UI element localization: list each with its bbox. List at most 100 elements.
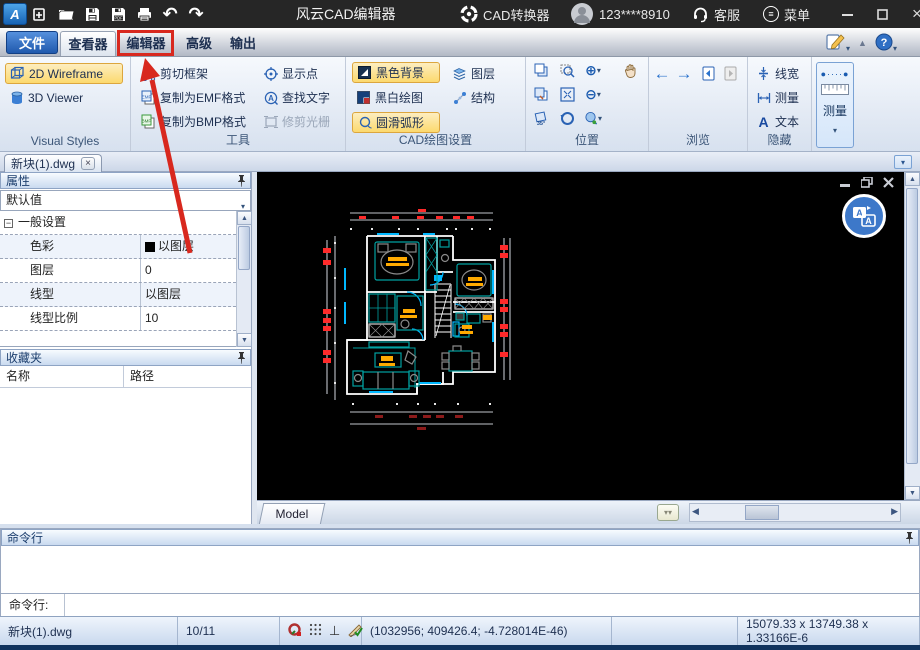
model-expand-icon[interactable]: ▾▾ [657,504,679,521]
grid-icon[interactable] [309,623,322,639]
scroll-up-icon[interactable]: ▲ [237,211,252,225]
menu-button[interactable]: ≡ 菜单 [763,0,810,28]
docstrip-expand-icon[interactable]: ▾ [894,155,912,169]
hscroll-right-icon[interactable]: ▶ [891,506,898,517]
minimize-button[interactable] [832,0,862,28]
tab-viewer[interactable]: 查看器 [60,31,116,56]
next-page-icon[interactable]: → [675,64,693,83]
hscroll-left-icon[interactable]: ◀ [692,506,699,517]
save-icon[interactable] [79,3,105,25]
canvas-scroll-down-icon[interactable]: ▼ [905,486,920,500]
canvas-restore-icon[interactable] [860,176,873,191]
property-row-linetype[interactable]: 线型 以图层 [0,283,236,307]
stairs [434,283,452,338]
collapse-group-icon[interactable]: − [4,219,13,228]
find-text-button[interactable]: A 查找文字 [259,87,334,108]
zoom-previous-icon[interactable] [558,110,576,127]
copy-bmp-button[interactable]: BMP 复制为BMP格式 [137,111,250,132]
layers-button[interactable]: 图层 [448,63,499,84]
cad-converter-button[interactable]: CAD转换器 [460,0,549,28]
document-close-icon[interactable]: × [81,157,96,170]
favorites-col-path[interactable]: 路径 [124,366,251,387]
canvas-scroll-up-icon[interactable]: ▲ [905,172,920,186]
command-history[interactable] [1,546,919,592]
prev-page-icon[interactable]: ← [653,64,671,83]
zoom-extents-icon[interactable] [558,86,576,103]
canvas-hscrollbar[interactable]: ◀ ▶ [689,503,901,522]
zoom-window-icon[interactable] [558,62,576,79]
measure-button[interactable]: 测量 [752,87,803,108]
paste-view-icon[interactable] [532,86,550,103]
line-width-button[interactable]: 线宽 [752,63,803,84]
close-button[interactable]: × [902,0,920,28]
pin-icon[interactable] [237,175,246,191]
property-group-row[interactable]: − 一般设置 [0,211,236,235]
tab-output[interactable]: 输出 [222,31,264,56]
new-file-icon[interactable] [27,3,53,25]
black-background-button[interactable]: 黑色背景 [352,62,440,83]
last-page-icon[interactable] [721,65,739,82]
bw-drawing-button[interactable]: 黑白绘图 [352,87,440,108]
save-as-pdf-icon[interactable]: PDF [105,3,131,25]
svg-text:35°: 35° [537,121,545,126]
measure-dropdown-icon[interactable]: ▾ [817,126,853,135]
document-tab[interactable]: 新块(1).dwg × [4,154,103,172]
properties-scrollbar[interactable]: ▲ ▼ [236,211,252,347]
2d-wireframe-button[interactable]: 2D Wireframe [5,63,123,84]
draft-check-icon[interactable] [347,623,364,640]
clip-frame-button[interactable]: 剪切框架 [137,63,212,84]
property-row-layer[interactable]: 图层 0 [0,259,236,283]
redo-icon[interactable]: ↷ [183,3,209,25]
translate-button[interactable]: A A [842,194,886,238]
measure-tool-panel[interactable]: ●····● 测量 ▾ [816,62,854,148]
drawing-canvas[interactable]: A A [257,172,904,500]
canvas-minimize-icon[interactable] [840,177,851,191]
trim-raster-button[interactable]: 修剪光栅 [259,111,334,132]
quick-edit-icon[interactable]: ▾ [826,33,850,54]
open-file-icon[interactable] [53,3,79,25]
canvas-vscrollbar[interactable]: ▲ ▼ [904,172,920,500]
text-button[interactable]: A 文本 [752,111,803,132]
hscroll-thumb[interactable] [745,505,779,520]
color-swatch [145,241,155,252]
3d-viewer-button[interactable]: 3D Viewer [5,87,123,108]
model-tab[interactable]: Model [258,503,326,525]
user-account[interactable]: 123****8910 [570,0,670,28]
scroll-thumb[interactable] [238,226,250,270]
undo-icon[interactable]: ↶ [157,3,183,25]
structure-button[interactable]: 结构 [448,87,499,108]
command-input[interactable] [65,594,919,616]
command-header[interactable]: 命令行 [1,529,919,546]
pin-icon[interactable] [905,532,914,548]
scroll-down-icon[interactable]: ▼ [237,333,252,347]
favorites-header[interactable]: 收藏夹 [0,349,251,366]
first-page-icon[interactable] [699,65,717,82]
support-button[interactable]: 客服 [692,0,740,28]
zoom-all-icon[interactable]: ▾ [584,110,602,127]
property-row-color[interactable]: 色彩 以图层 [0,235,236,259]
rotate-view-icon[interactable]: 35° [532,110,550,127]
collapse-ribbon-icon[interactable]: ▲ [858,38,867,48]
print-icon[interactable] [131,3,157,25]
show-points-button[interactable]: 显示点 [259,63,322,84]
canvas-close-icon[interactable] [883,177,894,191]
tab-file[interactable]: 文件 [6,31,58,54]
copy-view-icon[interactable] [532,62,550,79]
zoom-in-icon[interactable]: ⊕ ▾ [584,62,602,79]
smooth-arc-button[interactable]: 圆滑弧形 [352,112,440,133]
canvas-vscroll-thumb[interactable] [906,188,918,464]
preset-dropdown[interactable]: 默认值 ▾ [0,190,251,211]
help-icon[interactable]: ? ▾ [875,33,897,54]
app-logo-icon[interactable]: A [3,3,27,25]
zoom-out-icon[interactable]: ⊖ ▾ [584,86,602,103]
properties-header[interactable]: 属性 [0,172,251,189]
tab-advanced[interactable]: 高级 [178,31,220,56]
pin-icon[interactable] [237,352,246,368]
pan-hand-icon[interactable] [622,62,640,79]
favorites-col-name[interactable]: 名称 [0,366,124,387]
maximize-button[interactable] [867,0,897,28]
ortho-icon[interactable]: ⊥ [329,623,340,639]
copy-emf-button[interactable]: EMF 复制为EMF格式 [137,87,249,108]
osnap-icon[interactable] [288,622,302,640]
property-row-ltscale[interactable]: 线型比例 10 [0,307,236,331]
